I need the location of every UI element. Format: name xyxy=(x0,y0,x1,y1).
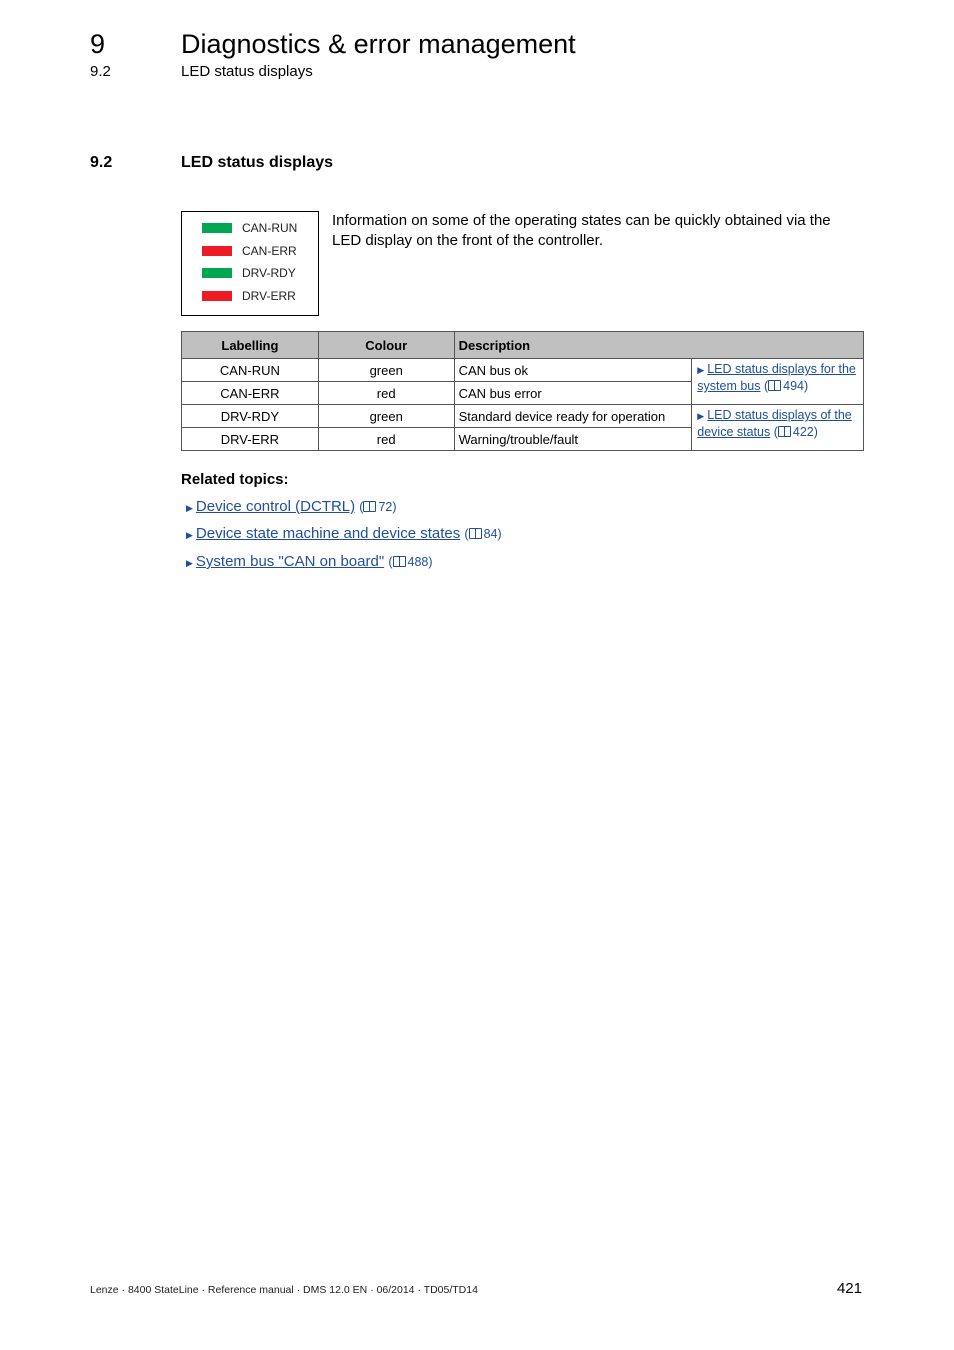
section-number: 9.2 xyxy=(90,154,113,171)
table-row: DRV-RDY green Standard device ready for … xyxy=(181,404,864,451)
led-status-table: Labelling Colour Description CAN-RUN gre… xyxy=(181,331,865,451)
page-reference: (494) xyxy=(763,379,809,393)
cell-description: Standard device ready for operation xyxy=(453,404,693,428)
led-green-swatch xyxy=(202,223,232,233)
led-indicator: CAN-ERR xyxy=(202,241,297,261)
related-topic-item: ▶ Device state machine and device states … xyxy=(186,524,502,545)
led-indicator: CAN-RUN xyxy=(202,218,297,238)
page-reference: (488) xyxy=(388,555,433,569)
related-topic-item: ▶ System bus "CAN on board" (488) xyxy=(186,552,433,573)
cell-labelling: CAN-RUN xyxy=(181,358,319,382)
cell-colour: green xyxy=(317,358,455,382)
chapter-number: 9 xyxy=(90,29,106,59)
book-icon xyxy=(768,380,782,391)
triangle-right-icon: ▶ xyxy=(186,558,193,568)
cell-colour: green xyxy=(317,404,455,428)
table-row: CAN-RUN green CAN bus ok ▶ LED status dis… xyxy=(181,358,864,405)
cell-description: Warning/trouble/fault xyxy=(453,427,693,451)
cell-labelling: DRV-RDY xyxy=(181,404,319,428)
table-header-row: Labelling Colour Description xyxy=(181,331,865,359)
triangle-right-icon: ▶ xyxy=(697,411,705,421)
column-header-colour: Colour xyxy=(317,331,455,359)
book-icon xyxy=(468,528,482,539)
triangle-right-icon: ▶ xyxy=(697,365,705,375)
led-indicator: DRV-RDY xyxy=(202,263,296,283)
led-red-swatch xyxy=(202,246,232,256)
triangle-right-icon: ▶ xyxy=(186,503,193,513)
cell-labelling: DRV-ERR xyxy=(181,427,319,451)
cell-link-device-status: ▶ LED status displays of the device statu… xyxy=(691,404,864,451)
related-topic-item: ▶ Device control (DCTRL) (72) xyxy=(186,497,397,518)
led-label: DRV-RDY xyxy=(242,266,296,280)
page-number: 421 xyxy=(836,1280,862,1297)
cell-link-system-bus: ▶ LED status displays for the system bus … xyxy=(691,358,864,405)
led-label: CAN-RUN xyxy=(242,221,298,235)
related-topics-heading: Related topics: xyxy=(181,471,289,488)
book-icon xyxy=(392,556,406,567)
link-device-state-machine[interactable]: Device state machine and device states xyxy=(196,525,460,542)
led-indicator: DRV-ERR xyxy=(202,286,296,306)
page-reference: (72) xyxy=(359,500,397,514)
link-system-bus-can[interactable]: System bus "CAN on board" xyxy=(196,553,384,570)
led-panel-figure: CAN-RUN CAN-ERR DRV-RDY DRV-ERR xyxy=(181,211,319,316)
column-header-labelling: Labelling xyxy=(181,331,319,359)
led-green-swatch xyxy=(202,268,232,278)
cell-labelling: CAN-ERR xyxy=(181,381,319,405)
section-heading: LED status displays xyxy=(181,154,334,171)
book-icon xyxy=(363,501,377,512)
led-label: CAN-ERR xyxy=(242,244,297,258)
column-header-description: Description xyxy=(453,331,865,359)
footer-document-info: Lenze · 8400 StateLine · Reference manua… xyxy=(90,1284,478,1296)
cell-colour: red xyxy=(317,427,455,451)
running-section-number: 9.2 xyxy=(90,63,111,80)
book-icon xyxy=(777,426,791,437)
running-section-title: LED status displays xyxy=(181,63,313,80)
intro-paragraph: Information on some of the operating sta… xyxy=(332,212,831,249)
led-red-swatch xyxy=(202,291,232,301)
page-reference: (422) xyxy=(773,425,818,439)
link-device-control[interactable]: Device control (DCTRL) xyxy=(196,498,355,515)
cell-description: CAN bus ok xyxy=(453,358,693,382)
cell-colour: red xyxy=(317,381,455,405)
led-label: DRV-ERR xyxy=(242,289,296,303)
cell-description: CAN bus error xyxy=(453,381,693,405)
chapter-title: Diagnostics & error management xyxy=(181,29,576,59)
page-reference: (84) xyxy=(464,527,502,541)
triangle-right-icon: ▶ xyxy=(186,530,193,540)
header-separator: _ _ _ _ _ _ _ _ _ _ _ _ _ _ _ _ _ _ _ _ … xyxy=(90,108,862,122)
